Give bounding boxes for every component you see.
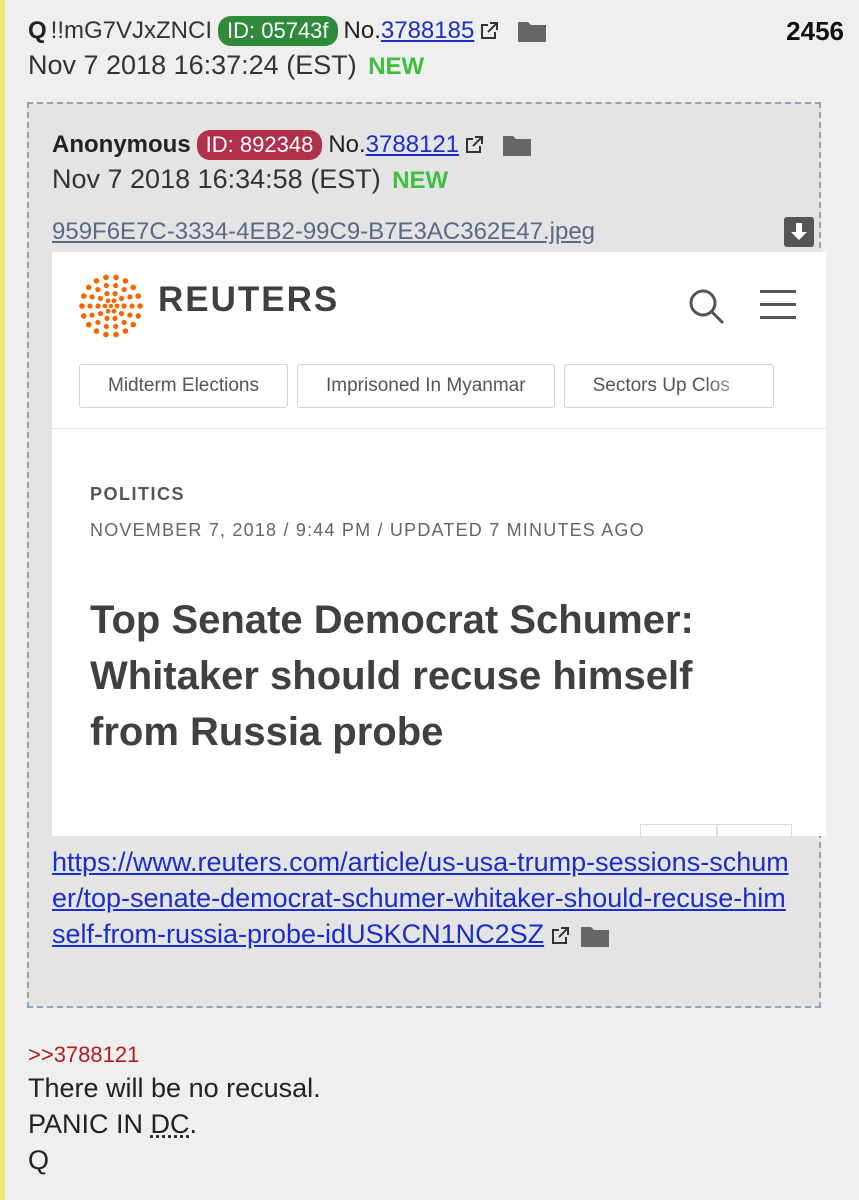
topic-tab: Sectors Up Clos [563,364,774,408]
search-icon [689,289,725,325]
reuters-topic-tabs: Midterm Elections Imprisoned In Myanmar … [79,364,826,410]
quoted-post-header: Anonymous ID: 892348 No. 3788121 Nov 7 2… [52,128,812,198]
topic-tab: Midterm Elections [79,364,288,408]
body-line: There will be no recusal. [28,1073,321,1103]
reuters-header: REUTERS [52,252,826,357]
reuters-wordmark: REUTERS [158,280,340,319]
body-text: . [189,1109,198,1139]
quoted-number-link[interactable]: 3788121 [366,128,459,162]
attachment-filename-link[interactable]: 959F6E7C-3334-4EB2-99C9-B7E3AC362E47.jpe… [52,218,595,246]
article-dateline: NOVEMBER 7, 2018 / 9:44 PM / UPDATED 7 M… [90,520,645,540]
quoted-date: Nov 7 2018 16:34:58 (EST) NEW [52,162,812,198]
abbreviation[interactable]: DC [151,1109,190,1139]
share-button-outline [716,824,792,836]
folder-icon[interactable] [517,19,547,43]
body-line: PANIC IN DC. [28,1106,808,1142]
article-url-link[interactable]: https://www.reuters.com/article/us-usa-t… [52,847,789,949]
quoted-poster-name: Anonymous [52,131,191,158]
external-link-icon[interactable] [548,924,572,948]
post-header: Q !!mG7VJxZNCI ID: 05743f No. 3788185 [28,14,848,48]
quoted-new-badge: NEW [392,167,449,194]
external-link-icon[interactable] [477,19,501,43]
post-number-link[interactable]: 3788185 [381,14,474,48]
post-number-label: No. [343,17,381,44]
hamburger-menu-icon [760,290,796,319]
new-badge: NEW [368,53,425,80]
share-button-outline [640,824,718,836]
poster-name: Q [28,17,47,44]
quoted-timestamp: Nov 7 2018 16:34:58 (EST) [52,164,381,194]
article-headline: Top Senate Democrat Schumer: Whitaker sh… [90,598,694,754]
folder-icon[interactable] [502,133,532,157]
topic-tab: Imprisoned In Myanmar [297,364,555,408]
post-count: 2456 [786,16,844,46]
quoted-post-body: https://www.reuters.com/article/us-usa-t… [52,844,792,952]
quoted-post: Anonymous ID: 892348 No. 3788121 Nov 7 2… [27,102,826,1008]
reuters-logo-icon [79,274,143,338]
post-timestamp: Nov 7 2018 16:37:24 (EST) [28,50,357,80]
quoted-number-label: No. [328,131,366,158]
attached-image[interactable]: REUTERS Midterm Elections Imprisoned In … [52,252,826,836]
post-body: >>3788121 There will be no recusal. PANI… [28,1040,808,1178]
post: Q !!mG7VJxZNCI ID: 05743f No. 3788185 24… [28,14,848,84]
divider [52,428,826,429]
body-line: Q [28,1145,50,1175]
quoted-header-line: Anonymous ID: 892348 No. 3788121 [52,128,812,162]
quoted-id-badge[interactable]: ID: 892348 [196,130,323,160]
article-section: POLITICS [90,484,186,504]
post-date: Nov 7 2018 16:37:24 (EST) NEW [28,48,848,84]
backlink-quote[interactable]: >>3788121 [28,1040,808,1070]
post-highlight-bar [0,0,5,1200]
body-text: PANIC IN [28,1109,151,1139]
tripcode: !!mG7VJxZNCI [50,17,213,44]
folder-icon[interactable] [580,924,610,948]
download-icon[interactable] [784,217,814,247]
external-link-icon[interactable] [462,133,486,157]
poster-id-badge[interactable]: ID: 05743f [218,16,338,46]
